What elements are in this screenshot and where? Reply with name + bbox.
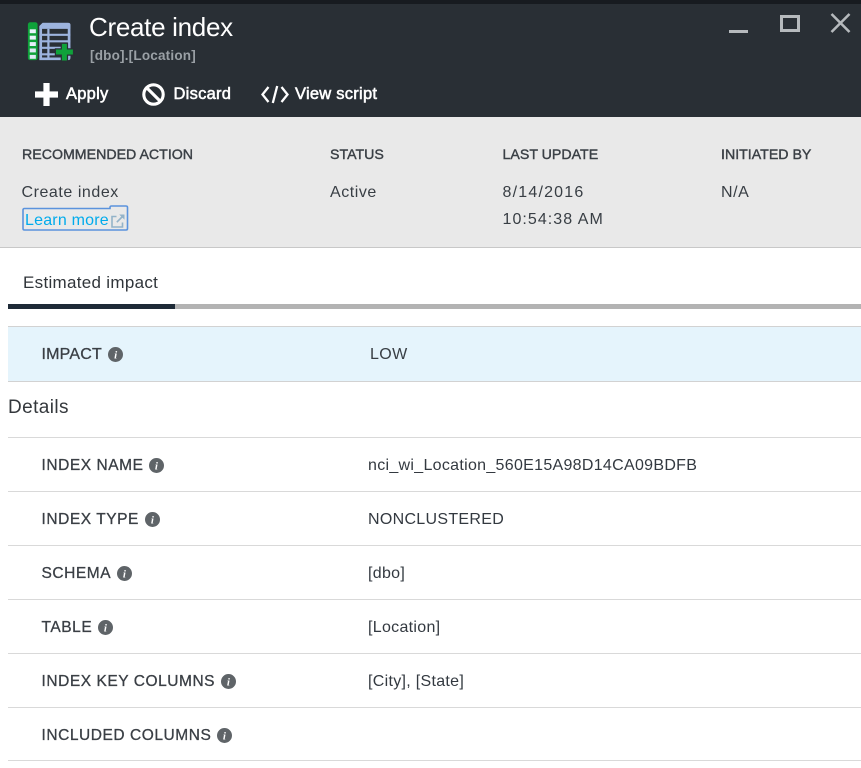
detail-label: INDEX NAME i <box>41 438 165 491</box>
tab-active-underline <box>8 304 175 309</box>
svg-text:i: i <box>227 677 231 689</box>
plus-icon <box>35 83 58 106</box>
discard-icon <box>142 83 165 106</box>
summary-value-last-update: 8/14/2016 <box>502 184 585 201</box>
detail-label-text: SCHEMA <box>41 565 112 582</box>
summary-value-initiated-by: N/A <box>721 184 750 201</box>
svg-text:i: i <box>123 569 127 581</box>
discard-label: Discard <box>173 85 232 104</box>
summary-header-recommended-action: RECOMMENDED ACTION <box>22 147 194 163</box>
info-icon[interactable]: i <box>149 458 165 473</box>
summary-value-last-update-time: 10:54:38 AM <box>502 211 604 228</box>
detail-value: NONCLUSTERED <box>368 511 505 528</box>
view-script-button[interactable]: View script <box>261 83 377 106</box>
impact-label-wrap: IMPACT i <box>41 327 123 381</box>
summary-header-last-update: LAST UPDATE <box>502 147 599 163</box>
summary-value-recommended-action: Create index <box>21 184 119 201</box>
summary-header-initiated-by: INITIATED BY <box>721 147 812 163</box>
info-icon[interactable]: i <box>217 727 233 743</box>
blade-subtitle: [dbo].[Location] <box>90 48 196 63</box>
detail-row-index-name: INDEX NAME i nci_wi_Location_560E15A98D1… <box>8 437 861 491</box>
detail-label: INCLUDED COLUMNS i <box>41 708 233 760</box>
discard-button[interactable]: Discard <box>142 83 231 106</box>
svg-text:i: i <box>104 623 108 635</box>
blade-header: Create index [dbo].[Location] Apply Disc… <box>0 4 861 117</box>
apply-label: Apply <box>66 85 109 104</box>
info-icon[interactable]: i <box>98 620 114 635</box>
detail-label: INDEX TYPE i <box>41 492 160 545</box>
tab-track <box>175 304 861 309</box>
learn-more-label: Learn more <box>25 212 109 229</box>
code-icon <box>261 85 289 104</box>
minimize-icon[interactable] <box>729 30 748 33</box>
detail-label: SCHEMA i <box>41 546 133 599</box>
info-icon[interactable]: i <box>144 512 160 527</box>
detail-label-text: INDEX NAME <box>41 457 144 474</box>
summary-strip: RECOMMENDED ACTION STATUS LAST UPDATE IN… <box>0 117 861 248</box>
detail-value: [dbo] <box>368 565 406 582</box>
info-icon[interactable]: i <box>221 674 237 689</box>
impact-value: LOW <box>370 346 408 363</box>
info-icon[interactable]: i <box>117 566 133 581</box>
detail-label-text: INCLUDED COLUMNS <box>41 726 212 744</box>
blade-title: Create index <box>89 12 233 43</box>
detail-row-index-type: INDEX TYPE i NONCLUSTERED <box>8 491 861 545</box>
detail-row-included-columns: INCLUDED COLUMNS i <box>8 707 861 761</box>
detail-value: [City], [State] <box>368 673 465 690</box>
svg-text:i: i <box>223 730 227 742</box>
summary-header-status: STATUS <box>330 147 384 163</box>
impact-label: IMPACT <box>41 346 102 363</box>
detail-value: nci_wi_Location_560E15A98D14CA09BDFB <box>368 457 698 474</box>
external-link-icon <box>111 214 125 228</box>
detail-label: INDEX KEY COLUMNS i <box>41 654 237 707</box>
maximize-icon[interactable] <box>780 15 800 32</box>
details-heading: Details <box>8 396 69 418</box>
detail-label-text: INDEX TYPE <box>41 511 139 528</box>
info-icon[interactable]: i <box>107 347 123 362</box>
details-table: INDEX NAME i nci_wi_Location_560E15A98D1… <box>8 437 861 761</box>
svg-text:i: i <box>155 461 159 473</box>
detail-row-schema: SCHEMA i [dbo] <box>8 545 861 599</box>
impact-row: IMPACT i LOW <box>8 326 861 382</box>
detail-row-table: TABLE i [Location] <box>8 599 861 653</box>
svg-text:i: i <box>151 515 155 527</box>
learn-more-link[interactable]: Learn more <box>15 205 135 235</box>
view-script-label: View script <box>295 85 378 104</box>
create-index-icon <box>27 22 75 62</box>
detail-label-text: INDEX KEY COLUMNS <box>41 673 216 690</box>
apply-button[interactable]: Apply <box>35 83 109 106</box>
close-icon[interactable] <box>830 13 851 33</box>
detail-row-index-key-columns: INDEX KEY COLUMNS i [City], [State] <box>8 653 861 707</box>
detail-value: [Location] <box>368 619 441 636</box>
summary-value-status: Active <box>330 184 377 201</box>
tab-estimated-impact[interactable]: Estimated impact <box>23 273 158 293</box>
detail-label: TABLE i <box>41 600 114 653</box>
detail-label-text: TABLE <box>41 619 93 636</box>
